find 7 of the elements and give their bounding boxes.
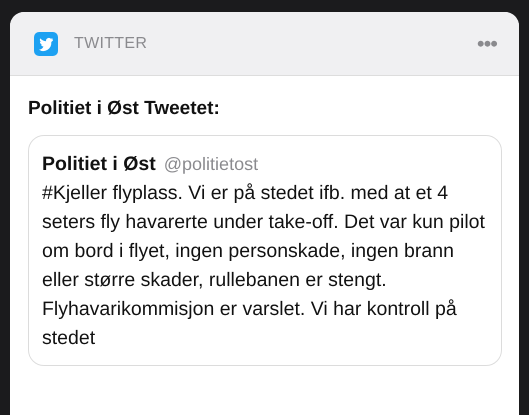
author-name: Politiet i Øst bbox=[42, 152, 156, 177]
app-name: TWITTER bbox=[74, 34, 148, 54]
notification-title: Politiet i Øst Tweetet: bbox=[27, 97, 221, 121]
author-handle: @politietost bbox=[164, 152, 258, 176]
tweet-text: #Kjeller flyplass. Vi er på stedet ifb. med at et 4 seters fly havarerte under take-off. Det var kun pilot om bord i flyet, ingen personskade, ingen brann eller større skader, rullebanen er stengt. Flyhavarikommisjon er varslet. Vi har kontroll på stedet bbox=[42, 181, 486, 352]
bird-icon bbox=[34, 32, 58, 56]
more-button[interactable]: ••• bbox=[476, 27, 497, 60]
